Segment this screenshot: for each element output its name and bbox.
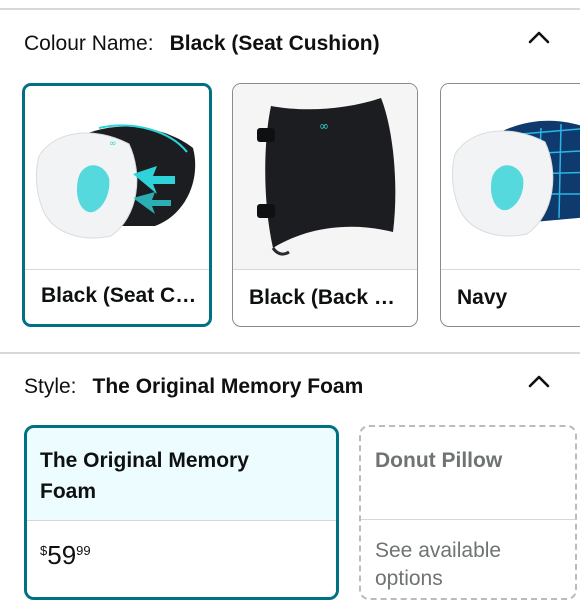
svg-text:∞: ∞ — [109, 139, 117, 149]
seat-cushion-navy-image — [441, 84, 580, 269]
price-currency: $ — [40, 543, 48, 558]
swatch-label: Navy — [457, 286, 508, 309]
style-section-header: Style: The Original Memory Foam — [24, 375, 363, 399]
swatch-label: Black (Seat Cushion) — [41, 284, 197, 307]
price-whole: 59 — [47, 540, 77, 570]
swatch-separator — [25, 269, 209, 270]
seat-cushion-black-image: ∞ — [25, 86, 209, 271]
style-option-title: Donut Pillow — [375, 449, 503, 472]
colour-label: Colour Name: — [24, 32, 154, 55]
colour-selected-value: Black (Seat Cushion) — [169, 32, 380, 55]
note-line: See available — [375, 539, 502, 562]
chevron-up-icon[interactable] — [528, 26, 550, 48]
style-option-divider — [27, 520, 336, 521]
style-option-original-memory-foam[interactable]: The Original Memory Foam $5999 — [24, 425, 339, 600]
swatch-label: Black (Back Cushion) — [249, 286, 405, 309]
style-option-divider — [361, 519, 575, 520]
back-cushion-black-image: ∞ — [233, 84, 417, 269]
style-option-title: The Original Memory Foam — [40, 445, 249, 507]
section-divider — [0, 352, 580, 354]
style-selected-value: The Original Memory Foam — [92, 375, 364, 398]
style-option-donut-pillow[interactable]: Donut Pillow See available options — [359, 425, 577, 600]
swatch-separator — [233, 269, 417, 270]
style-label: Style: — [24, 375, 77, 398]
colour-swatch-black-seat-cushion[interactable]: ∞ Black (Seat Cushion) — [22, 83, 212, 327]
swatch-separator — [441, 269, 580, 270]
colour-swatch-navy[interactable]: Navy — [440, 83, 580, 327]
colour-section-header: Colour Name: Black (Seat Cushion) — [24, 32, 380, 56]
svg-text:∞: ∞ — [319, 119, 329, 133]
style-title-line: The Original Memory — [40, 449, 249, 472]
see-available-options: See available options — [375, 537, 501, 593]
price: $5999 — [40, 540, 91, 571]
note-line: options — [375, 567, 443, 590]
style-title-line: Foam — [40, 480, 97, 503]
chevron-up-icon[interactable] — [528, 370, 550, 392]
price-fraction: 99 — [76, 543, 91, 558]
colour-swatch-black-back-cushion[interactable]: ∞ Black (Back Cushion) — [232, 83, 418, 327]
top-divider — [0, 8, 580, 10]
